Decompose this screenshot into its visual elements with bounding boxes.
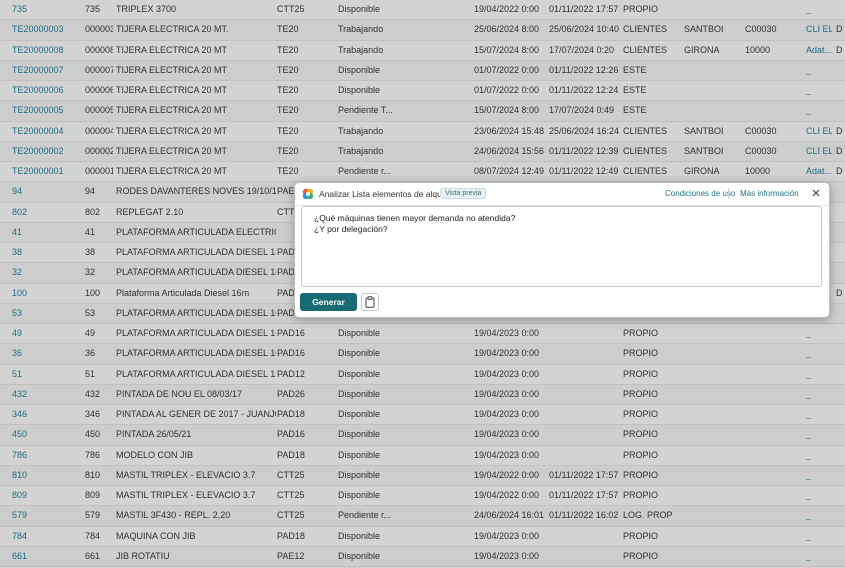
dialog-header: Analizar Lista elementos de alquiler Vis… (295, 183, 829, 206)
close-icon[interactable] (810, 187, 822, 199)
preview-badge: Vista previa (440, 188, 487, 199)
terms-of-use-link[interactable]: Condiciones de uso (665, 189, 735, 198)
more-info-link[interactable]: Más información (740, 189, 799, 198)
clipboard-button[interactable] (361, 293, 379, 311)
prompt-line: ¿Y por delegación? (314, 224, 388, 234)
header-divider (728, 188, 729, 199)
analyze-dialog: Analizar Lista elementos de alquiler Vis… (294, 182, 830, 318)
generate-button[interactable]: Generar (300, 293, 357, 311)
clipboard-icon (365, 296, 375, 308)
dialog-title: Analizar Lista elementos de alquiler (319, 189, 454, 199)
prompt-line: ¿Qué máquinas tienen mayor demanda no at… (314, 213, 516, 223)
prompt-input[interactable]: ¿Qué máquinas tienen mayor demanda no at… (301, 206, 822, 287)
copilot-icon (302, 188, 314, 200)
